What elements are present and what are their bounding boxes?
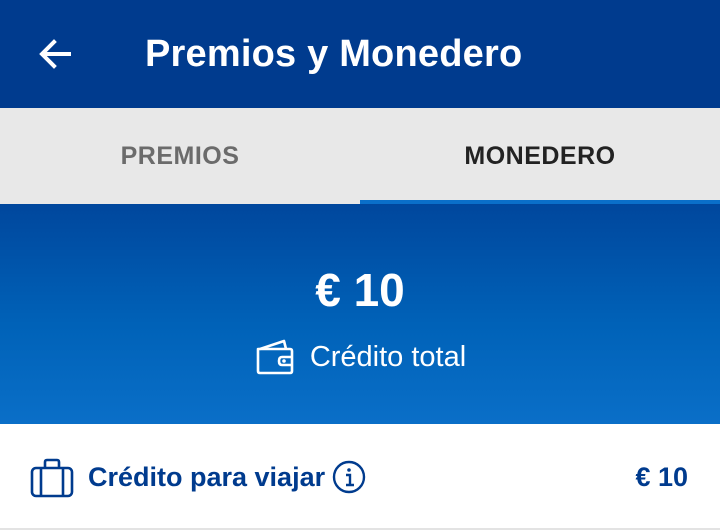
tab-label: MONEDERO — [464, 141, 616, 170]
total-credit-label-row: Crédito total — [0, 334, 720, 380]
arrow-left-icon — [39, 39, 71, 69]
travel-credit-label: Crédito para viajar — [88, 462, 326, 492]
total-credit-amount: € 10 — [315, 264, 405, 316]
app-bar: Premios y Monedero — [0, 0, 720, 108]
tab-premios[interactable]: PREMIOS — [0, 108, 360, 204]
page-title: Premios y Monedero — [145, 33, 523, 75]
tab-bar: PREMIOS MONEDERO — [0, 108, 720, 204]
travel-credit-value: € 10 — [635, 462, 688, 492]
info-icon[interactable] — [332, 460, 366, 494]
tab-label: PREMIOS — [120, 141, 240, 170]
tab-monedero[interactable]: MONEDERO — [360, 108, 720, 204]
back-button[interactable] — [30, 29, 80, 79]
wallet-icon — [256, 339, 294, 375]
total-credit-label: Crédito total — [309, 341, 467, 373]
wallet-summary: € 10 Crédito total — [0, 204, 720, 424]
suitcase-icon — [30, 458, 74, 498]
list-item[interactable]: Crédito para viajar € 10 — [0, 424, 720, 530]
